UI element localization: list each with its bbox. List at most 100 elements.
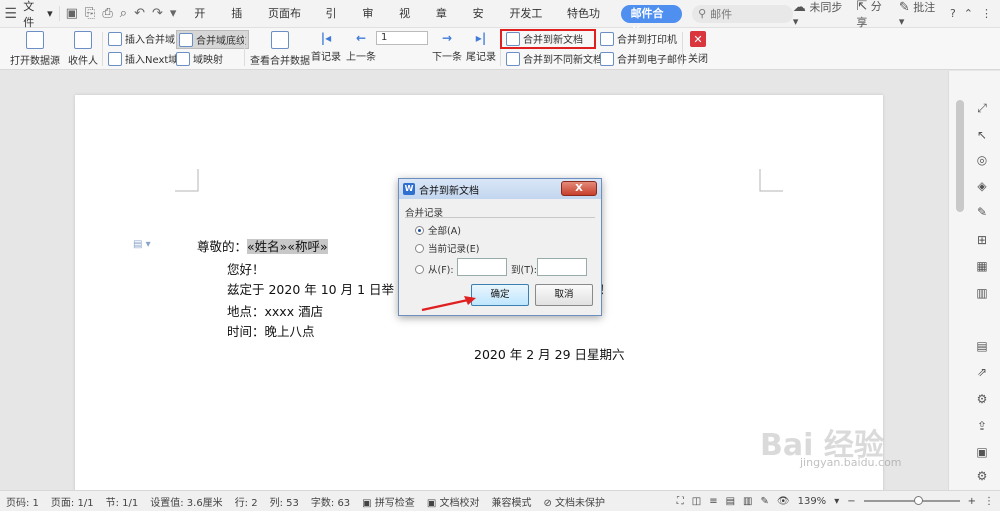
tab-features[interactable]: 特色功能 <box>559 0 617 48</box>
export-icon[interactable]: ⎘ <box>85 6 95 21</box>
search-box[interactable]: ⚲ 邮件 <box>692 4 793 23</box>
spell-check-button[interactable]: ▣ 拼写检查 <box>356 494 421 509</box>
grid-icon[interactable]: ▦ <box>974 258 990 274</box>
undo-icon[interactable]: ↶ <box>134 6 145 21</box>
vertical-scrollbar[interactable] <box>956 100 964 212</box>
zoom-level[interactable]: 139% <box>798 496 827 507</box>
zoom-slider-knob[interactable] <box>913 496 923 505</box>
share-button[interactable]: ⇱ 分享 <box>856 0 891 30</box>
comment-icon: ✎ <box>898 0 910 15</box>
tab-insert[interactable]: 插入 <box>223 0 260 48</box>
recipient-button[interactable]: 收件人 <box>68 31 98 67</box>
more-icon[interactable]: ▾ <box>170 6 177 21</box>
write-view-icon[interactable]: ✎ <box>761 496 769 507</box>
merge-to-printer-button[interactable]: 合并到打印机 <box>600 31 677 46</box>
table-icon[interactable]: ⊞ <box>974 232 990 248</box>
status-section[interactable]: 节: 1/1 <box>100 494 145 509</box>
close-mail-merge-button[interactable]: ✕ 关闭 <box>688 31 708 65</box>
margin-corner-top-right <box>759 169 783 192</box>
tab-mail-merge[interactable]: 邮件合并 <box>620 4 683 38</box>
settings-icon[interactable]: ⚙ <box>974 468 990 484</box>
preview-icon[interactable]: ⌕ <box>120 6 127 21</box>
status-page[interactable]: 页码: 1 <box>0 494 45 509</box>
zoom-slider[interactable] <box>863 496 960 505</box>
edit-icon[interactable]: ✎ <box>974 204 990 220</box>
paragraph-icon[interactable]: ▤ ▾ <box>133 239 151 250</box>
tab-developer[interactable]: 开发工具 <box>501 0 559 48</box>
fullscreen-icon[interactable]: ⛶ <box>677 496 684 507</box>
reading-view-icon[interactable]: ◫ <box>692 496 701 507</box>
view-merged-data-button[interactable]: 查看合并数据 <box>250 31 310 67</box>
first-record-button[interactable]: |◂ 首记录 <box>311 31 341 63</box>
comment-button[interactable]: ✎ 批注 ▾ <box>899 0 942 28</box>
tab-page-layout[interactable]: 页面布局 <box>260 0 318 48</box>
zoom-out-icon[interactable]: − <box>847 496 855 507</box>
radio-all[interactable]: 全部(A) <box>415 223 461 237</box>
upload-icon[interactable]: ⇪ <box>974 418 990 434</box>
tab-chapter[interactable]: 章节 <box>428 0 465 48</box>
group-divider <box>405 217 595 218</box>
merge-to-email-button[interactable]: 合并到电子邮件 <box>600 51 687 66</box>
merge-field-name-title[interactable]: «姓名»«称呼» <box>247 239 328 254</box>
doc-check-button[interactable]: ▣ 文档校对 <box>421 494 486 509</box>
more-options-icon[interactable]: ⋮ <box>981 7 992 20</box>
tab-home[interactable]: 开始 <box>186 0 223 48</box>
tools-icon[interactable]: ⚙ <box>974 391 990 407</box>
zoom-in-icon[interactable]: + <box>968 496 976 507</box>
save-icon[interactable]: ▣ <box>66 6 78 21</box>
field-mapping-button[interactable]: 域映射 <box>176 51 223 66</box>
protect-status[interactable]: ⊘ 文档未保护 <box>537 494 611 509</box>
image-icon[interactable]: ▣ <box>974 444 990 460</box>
merge-records-group: 合并记录 全部(A) 当前记录(E) 从(F): 到(T): <box>405 205 595 285</box>
help-icon[interactable]: ? <box>950 7 956 20</box>
outline-view-icon[interactable]: ≡ <box>709 496 717 507</box>
radio-current-record-label: 当前记录(E) <box>428 244 480 255</box>
location-icon[interactable]: ◎ <box>974 152 990 168</box>
radio-unselected-icon <box>415 243 424 253</box>
next-record-button[interactable]: → 下一条 <box>432 31 462 63</box>
print-icon[interactable]: ⎙ <box>102 6 112 21</box>
shape-icon[interactable]: ◈ <box>974 178 990 194</box>
status-row[interactable]: 行: 2 <box>229 494 264 509</box>
cancel-button[interactable]: 取消 <box>535 284 593 306</box>
status-pages[interactable]: 页面: 1/1 <box>45 494 100 509</box>
place-line: 地点：xxxx 酒店 <box>227 304 324 319</box>
eye-protect-icon[interactable]: 👁 <box>777 496 790 507</box>
share-link-icon[interactable]: ⇗ <box>974 364 990 380</box>
tab-references[interactable]: 引用 <box>318 0 355 48</box>
collapse-icon[interactable]: ⌃ <box>964 7 973 20</box>
web-view-icon[interactable]: ▥ <box>743 496 752 507</box>
status-column[interactable]: 列: 53 <box>264 494 305 509</box>
chart-icon[interactable]: ▥ <box>974 285 990 301</box>
expand-icon[interactable]: ⤢ <box>974 100 990 116</box>
from-input[interactable] <box>457 258 507 276</box>
printer-icon <box>600 31 614 46</box>
file-menu[interactable]: 文件 ▾ <box>21 0 58 30</box>
merge-to-different-documents-button[interactable]: 合并到不同新文档 <box>506 51 603 66</box>
tab-review[interactable]: 审阅 <box>354 0 391 48</box>
status-word-count[interactable]: 字数: 63 <box>305 494 356 509</box>
zoom-dropdown-icon[interactable]: ▾ <box>834 496 839 507</box>
radio-from[interactable]: 从(F): <box>415 262 454 276</box>
hamburger-icon[interactable]: ☰ <box>0 6 21 22</box>
insert-merge-field-button[interactable]: 插入合并域 <box>108 31 175 46</box>
redo-icon[interactable]: ↷ <box>152 6 163 21</box>
dialog-close-button[interactable]: X <box>561 181 597 196</box>
document-icon[interactable]: ▤ <box>974 338 990 354</box>
status-setting[interactable]: 设置值: 3.6厘米 <box>144 494 228 509</box>
more-icon[interactable]: ⋮ <box>984 496 994 507</box>
page-view-icon[interactable]: ▤ <box>726 496 735 507</box>
to-input[interactable] <box>537 258 587 276</box>
open-data-source-button[interactable]: 打开数据源 <box>10 31 60 67</box>
tab-view[interactable]: 视图 <box>391 0 428 48</box>
previous-record-button[interactable]: ← 上一条 <box>346 31 376 63</box>
tab-security[interactable]: 安全 <box>465 0 502 48</box>
cursor-icon[interactable]: ↖ <box>974 127 990 143</box>
merge-field-shading-button[interactable]: 合并域底纹 <box>176 30 249 49</box>
arrow-left-icon: ← <box>355 31 367 45</box>
sync-button[interactable]: ☁ 未同步 ▾ <box>793 0 848 28</box>
record-number-input[interactable]: 1 <box>376 31 428 45</box>
last-record-button[interactable]: ▸| 尾记录 <box>466 31 496 63</box>
insert-next-field-button[interactable]: 插入Next域 <box>108 51 178 66</box>
radio-current-record[interactable]: 当前记录(E) <box>415 241 479 255</box>
